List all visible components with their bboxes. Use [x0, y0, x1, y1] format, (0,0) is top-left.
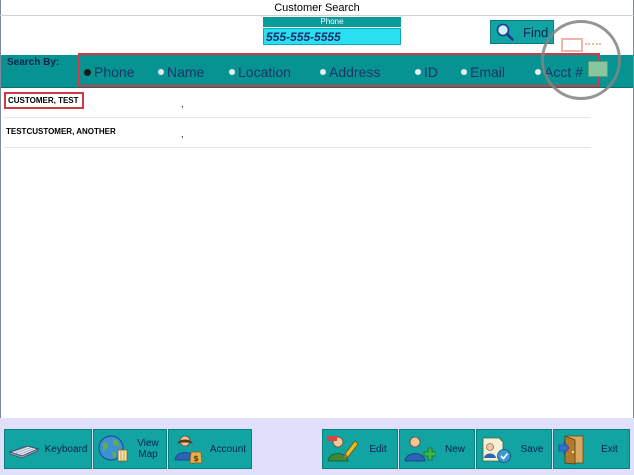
search-options-highlight [78, 53, 600, 87]
result-location: , [181, 129, 184, 139]
edit-icon [327, 436, 359, 462]
edit-button-label: Edit [369, 443, 387, 455]
edit-button[interactable]: Edit [322, 429, 398, 469]
view-map-button[interactable]: View Map [93, 429, 167, 469]
save-icon [482, 437, 511, 463]
bottom-toolbar: Keyboard View Map $ Account Edit New Sav… [0, 418, 634, 475]
save-button[interactable]: Save [476, 429, 552, 469]
globe-map-icon [98, 435, 128, 462]
account-button[interactable]: $ Account [168, 429, 252, 469]
view-map-button-label: View Map [130, 438, 166, 460]
new-button[interactable]: New [399, 429, 475, 469]
phone-label: Phone [263, 17, 401, 27]
new-button-label: New [444, 443, 465, 455]
result-row[interactable]: TESTCUSTOMER, ANOTHER , [4, 118, 591, 148]
expand-toggle[interactable] [588, 61, 608, 77]
exit-button[interactable]: Exit [553, 429, 630, 469]
account-button-label: Account [209, 443, 247, 455]
cursor-outline-marker [561, 38, 583, 52]
keyboard-button[interactable]: Keyboard [4, 429, 92, 469]
account-icon: $ [174, 435, 203, 464]
exit-button-label: Exit [601, 443, 618, 455]
title-divider [0, 15, 634, 16]
phone-field-group: Phone [263, 17, 401, 45]
view-map-label-line2: Map [138, 449, 158, 460]
result-location: , [181, 99, 184, 109]
find-button-label: Find [523, 24, 549, 40]
keyboard-icon [8, 445, 40, 459]
view-map-label-line1: View [137, 438, 159, 449]
results-list: CUSTOMER, TEST , TESTCUSTOMER, ANOTHER , [0, 88, 634, 148]
keyboard-button-label: Keyboard [44, 443, 88, 455]
result-row[interactable]: CUSTOMER, TEST , [4, 88, 591, 118]
save-button-label: Save [520, 443, 544, 455]
window-title: Customer Search [274, 2, 360, 14]
result-name: TESTCUSTOMER, ANOTHER [6, 127, 116, 136]
phone-input[interactable] [263, 28, 401, 45]
result-name: CUSTOMER, TEST [4, 92, 84, 109]
magnifier-icon [496, 23, 514, 41]
cursor-dotted-marker [585, 43, 601, 45]
add-user-icon [404, 436, 436, 462]
exit-door-icon [558, 435, 584, 465]
find-button[interactable]: Find [490, 20, 554, 44]
svg-text:$: $ [193, 454, 199, 463]
search-by-label: Search By: [7, 57, 60, 68]
